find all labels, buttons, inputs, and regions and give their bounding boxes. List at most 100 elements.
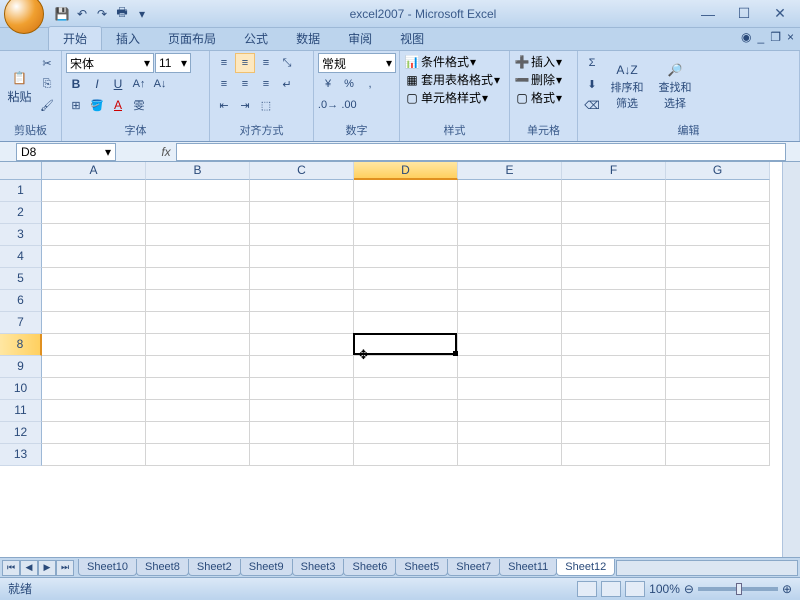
- row-header[interactable]: 2: [0, 202, 42, 224]
- merge-button[interactable]: ⬚: [256, 95, 276, 115]
- cell[interactable]: [666, 290, 770, 312]
- number-format-select[interactable]: 常规▾: [318, 53, 396, 73]
- cell[interactable]: [666, 202, 770, 224]
- cell[interactable]: [354, 444, 458, 466]
- bold-button[interactable]: B: [66, 74, 86, 94]
- cell[interactable]: [42, 400, 146, 422]
- row-header[interactable]: 11: [0, 400, 42, 422]
- paste-button[interactable]: 📋 粘贴: [4, 53, 35, 121]
- sort-filter-button[interactable]: A↓Z 排序和 筛选: [604, 53, 650, 121]
- zoom-level[interactable]: 100%: [649, 582, 680, 596]
- cell[interactable]: [458, 444, 562, 466]
- insert-cells-button[interactable]: ➕插入▾: [514, 53, 573, 70]
- cell[interactable]: [458, 202, 562, 224]
- col-header[interactable]: A: [42, 162, 146, 180]
- cell[interactable]: [42, 246, 146, 268]
- tab-home[interactable]: 开始: [48, 26, 102, 50]
- row-header[interactable]: 6: [0, 290, 42, 312]
- formula-input[interactable]: [176, 143, 786, 161]
- redo-icon[interactable]: ↷: [94, 6, 110, 22]
- cell[interactable]: [562, 312, 666, 334]
- increase-decimal-button[interactable]: .0→: [318, 95, 338, 115]
- cell[interactable]: [458, 356, 562, 378]
- col-header[interactable]: D: [354, 162, 458, 180]
- row-header[interactable]: 4: [0, 246, 42, 268]
- col-header[interactable]: F: [562, 162, 666, 180]
- clear-button[interactable]: ⌫: [582, 95, 602, 115]
- page-layout-view-button[interactable]: [601, 581, 621, 597]
- sheet-tab[interactable]: Sheet7: [447, 559, 500, 576]
- cell[interactable]: [42, 356, 146, 378]
- page-break-view-button[interactable]: [625, 581, 645, 597]
- cell[interactable]: [354, 378, 458, 400]
- tab-insert[interactable]: 插入: [102, 27, 154, 50]
- zoom-in-button[interactable]: ⊕: [782, 582, 792, 596]
- cell[interactable]: [458, 422, 562, 444]
- cell[interactable]: [354, 312, 458, 334]
- sheet-tab[interactable]: Sheet9: [240, 559, 293, 576]
- cell[interactable]: [354, 224, 458, 246]
- cell[interactable]: [250, 334, 354, 356]
- row-header[interactable]: 10: [0, 378, 42, 400]
- fill-color-button[interactable]: 🪣: [87, 95, 107, 115]
- cell[interactable]: [42, 334, 146, 356]
- comma-button[interactable]: ,: [360, 74, 380, 94]
- cell[interactable]: [146, 224, 250, 246]
- cell[interactable]: [250, 378, 354, 400]
- cell[interactable]: [666, 224, 770, 246]
- maximize-button[interactable]: ☐: [732, 4, 756, 24]
- save-icon[interactable]: 💾: [54, 6, 70, 22]
- cell[interactable]: [666, 334, 770, 356]
- qat-dropdown-icon[interactable]: ▾: [134, 6, 150, 22]
- font-color-button[interactable]: A: [108, 95, 128, 115]
- col-header[interactable]: G: [666, 162, 770, 180]
- prev-sheet-button[interactable]: ◀: [20, 560, 38, 576]
- cell[interactable]: [146, 400, 250, 422]
- restore-window-icon[interactable]: ❐: [770, 30, 781, 44]
- cell[interactable]: [354, 268, 458, 290]
- fill-button[interactable]: ⬇: [582, 74, 602, 94]
- col-header[interactable]: C: [250, 162, 354, 180]
- first-sheet-button[interactable]: ⏮: [2, 560, 20, 576]
- sheet-tab[interactable]: Sheet8: [136, 559, 189, 576]
- increase-indent-button[interactable]: ⇥: [235, 95, 255, 115]
- select-all-corner[interactable]: [0, 162, 42, 180]
- font-name-select[interactable]: 宋体▾: [66, 53, 154, 73]
- sheet-tab[interactable]: Sheet11: [499, 559, 557, 576]
- row-header[interactable]: 5: [0, 268, 42, 290]
- cell[interactable]: [562, 444, 666, 466]
- sheet-tab[interactable]: Sheet10: [78, 559, 137, 576]
- row-header[interactable]: 7: [0, 312, 42, 334]
- cell[interactable]: [42, 224, 146, 246]
- close-button[interactable]: ✕: [768, 4, 792, 24]
- tab-view[interactable]: 视图: [386, 27, 438, 50]
- minimize-ribbon-icon[interactable]: _: [758, 30, 765, 44]
- print-icon[interactable]: 🖶: [114, 6, 130, 22]
- cell[interactable]: [146, 422, 250, 444]
- tab-review[interactable]: 审阅: [334, 27, 386, 50]
- fx-icon[interactable]: fx: [156, 145, 176, 159]
- cell[interactable]: [562, 378, 666, 400]
- minimize-button[interactable]: —: [696, 4, 720, 24]
- cell[interactable]: [562, 202, 666, 224]
- cell[interactable]: [354, 246, 458, 268]
- cell[interactable]: [666, 246, 770, 268]
- cell[interactable]: [250, 224, 354, 246]
- cell[interactable]: [562, 246, 666, 268]
- grow-font-button[interactable]: A↑: [129, 74, 149, 94]
- cell[interactable]: [458, 268, 562, 290]
- row-header[interactable]: 13: [0, 444, 42, 466]
- align-top-button[interactable]: ≡: [214, 53, 234, 73]
- cell[interactable]: [250, 180, 354, 202]
- row-header[interactable]: 3: [0, 224, 42, 246]
- cell[interactable]: [458, 312, 562, 334]
- underline-button[interactable]: U: [108, 74, 128, 94]
- cell[interactable]: [666, 356, 770, 378]
- cell[interactable]: [42, 268, 146, 290]
- cell[interactable]: [146, 202, 250, 224]
- autosum-button[interactable]: Σ: [582, 53, 602, 73]
- cell[interactable]: [666, 444, 770, 466]
- cell[interactable]: [458, 400, 562, 422]
- cell[interactable]: [666, 400, 770, 422]
- align-bottom-button[interactable]: ≡: [256, 53, 276, 73]
